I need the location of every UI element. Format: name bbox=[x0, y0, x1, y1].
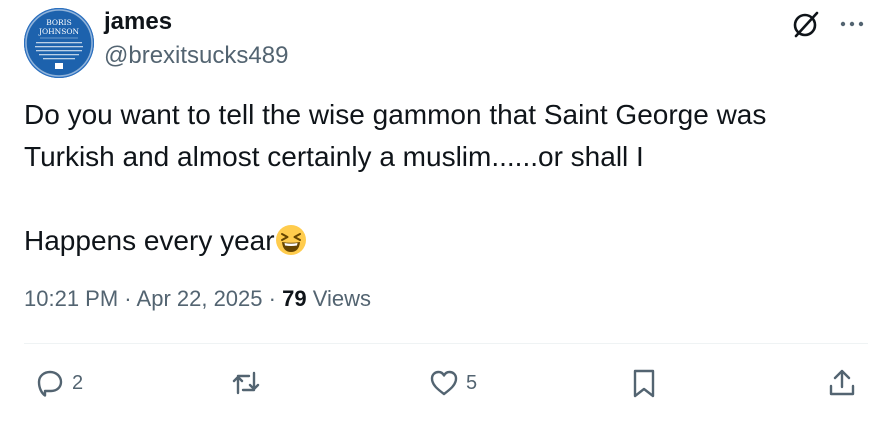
repost-button[interactable] bbox=[230, 366, 262, 400]
heart-icon bbox=[430, 370, 458, 396]
grinning-squinting-face-icon bbox=[275, 225, 306, 255]
avatar[interactable]: BORIS JOHNSON bbox=[24, 8, 94, 78]
reply-count: 2 bbox=[72, 371, 84, 394]
repost-icon bbox=[232, 371, 260, 395]
reply-button[interactable]: 2 bbox=[34, 366, 83, 400]
author-display-name[interactable]: james bbox=[104, 8, 172, 36]
avatar-plaque-title-1: BORIS bbox=[46, 18, 72, 27]
like-count: 5 bbox=[466, 371, 478, 394]
more-options-icon[interactable] bbox=[836, 8, 868, 40]
like-button[interactable]: 5 bbox=[428, 366, 477, 400]
views-label[interactable]: Views bbox=[313, 286, 371, 311]
divider bbox=[24, 343, 868, 344]
reply-icon bbox=[37, 370, 63, 397]
tweet-text-line-1: Do you want to tell the wise gammon that… bbox=[24, 99, 767, 130]
paragraph-break bbox=[24, 178, 864, 220]
tweet-time[interactable]: 10:21 PM bbox=[24, 286, 118, 311]
blue-plaque-image: BORIS JOHNSON bbox=[25, 9, 93, 77]
meta-separator: · bbox=[124, 286, 132, 311]
bookmark-button[interactable] bbox=[628, 366, 660, 400]
tweet-date[interactable]: Apr 22, 2025 bbox=[137, 286, 263, 311]
avatar-plaque-title-2: JOHNSON bbox=[38, 27, 80, 36]
views-count[interactable]: 79 bbox=[282, 286, 306, 311]
tweet-text-line-3: Happens every year bbox=[24, 225, 275, 256]
meta-separator-2: · bbox=[268, 286, 276, 311]
bookmark-icon bbox=[633, 369, 655, 398]
grok-icon[interactable] bbox=[790, 8, 822, 40]
tweet-text: Do you want to tell the wise gammon that… bbox=[24, 94, 864, 262]
share-icon bbox=[829, 369, 855, 396]
tweet-text-line-2: Turkish and almost certainly a muslim...… bbox=[24, 141, 644, 172]
author-handle[interactable]: @brexitsucks489 bbox=[104, 42, 288, 70]
tweet-meta: 10:21 PM · Apr 22, 2025 · 79 Views bbox=[24, 284, 371, 314]
share-button[interactable] bbox=[826, 366, 858, 400]
tweet-text-line-3-wrapper: Happens every year bbox=[24, 220, 864, 262]
